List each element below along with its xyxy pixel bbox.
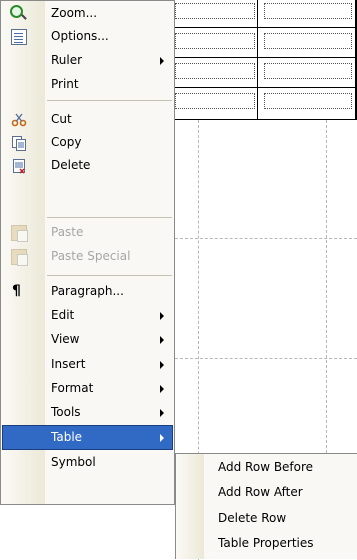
menu-item-options[interactable]: Options...	[3, 25, 172, 48]
menu-item-label: Delete Row	[218, 511, 287, 525]
menu-separator	[47, 100, 172, 101]
menu-separator	[47, 217, 172, 218]
submenu-item-delete-row[interactable]: Delete Row	[178, 505, 354, 531]
table-border-bottom	[175, 119, 357, 120]
layout-guide	[326, 120, 327, 453]
menu-item-label: Ruler	[51, 53, 83, 67]
table-row-line	[175, 27, 357, 28]
table-cell-field[interactable]	[175, 3, 255, 19]
table-border-middle	[257, 0, 258, 120]
menu-item-label: Cut	[51, 112, 72, 126]
zoom-icon	[10, 5, 23, 18]
table-cell-field[interactable]	[175, 63, 255, 79]
menu-item-paste-special[interactable]: Paste Special	[3, 245, 172, 268]
submenu-item-add-row-before[interactable]: Add Row Before	[178, 454, 354, 480]
menu-item-label: Add Row Before	[218, 460, 314, 474]
menu-item-label: Paste	[51, 225, 84, 239]
menu-item-label: Paragraph...	[51, 284, 124, 298]
submenu-arrow-icon	[160, 361, 164, 369]
paragraph-icon: ¶	[12, 283, 21, 299]
menu-item-label: View	[51, 332, 80, 346]
paste-icon	[11, 225, 28, 242]
table-cell-field[interactable]	[264, 33, 352, 49]
table-cell-field[interactable]	[264, 93, 352, 109]
menu-item-paste[interactable]: Paste	[3, 221, 172, 244]
table-row-line	[175, 57, 357, 58]
menu-item-label: Symbol	[51, 455, 96, 469]
menu-item-print[interactable]: Print	[3, 73, 172, 96]
submenu-arrow-icon	[160, 336, 164, 344]
paste-special-icon	[11, 249, 28, 266]
cut-icon	[11, 112, 27, 128]
menu-item-label: Add Row After	[218, 485, 303, 499]
menu-item-label: Table	[51, 430, 83, 444]
submenu-arrow-icon	[160, 312, 164, 320]
submenu-arrow-icon	[160, 409, 164, 417]
menu-item-insert[interactable]: Insert	[3, 353, 172, 376]
menu-item-cut[interactable]: Cut	[3, 108, 172, 131]
context-menu: Zoom... Options... Ruler Print Cut Copy …	[0, 0, 175, 505]
submenu-item-table-properties[interactable]: Table Properties	[178, 530, 354, 556]
table-cell-field[interactable]	[175, 93, 255, 109]
submenu-item-add-row-after[interactable]: Add Row After	[178, 479, 354, 505]
copy-icon	[11, 135, 27, 151]
menu-item-label: Zoom...	[51, 6, 98, 20]
menu-item-symbol[interactable]: Symbol	[3, 451, 172, 474]
table-cell-field[interactable]	[264, 63, 352, 79]
menu-item-label: Edit	[51, 308, 75, 322]
menu-item-table[interactable]: Table	[2, 425, 173, 450]
menu-item-copy[interactable]: Copy	[3, 131, 172, 154]
menu-item-ruler[interactable]: Ruler	[3, 49, 172, 72]
options-icon	[11, 29, 27, 45]
menu-item-view[interactable]: View	[3, 328, 172, 351]
table-submenu: Add Row Before Add Row After Delete Row …	[175, 453, 357, 559]
menu-item-label: Paste Special	[51, 249, 131, 263]
menu-item-zoom[interactable]: Zoom...	[3, 2, 172, 25]
menu-item-tools[interactable]: Tools	[3, 401, 172, 424]
menu-item-label: Insert	[51, 357, 86, 371]
layout-guide	[175, 238, 357, 239]
menu-item-label: Copy	[51, 135, 82, 149]
menu-separator	[47, 275, 172, 276]
table-cell-field[interactable]	[175, 33, 255, 49]
layout-guide	[175, 358, 357, 359]
submenu-arrow-icon	[160, 57, 164, 65]
menu-item-label: Format	[51, 381, 94, 395]
menu-item-format[interactable]: Format	[3, 377, 172, 400]
table-cell-field[interactable]	[264, 3, 352, 19]
delete-icon	[11, 158, 27, 174]
menu-item-label: Options...	[51, 29, 109, 43]
menu-item-paragraph[interactable]: ¶ Paragraph...	[3, 280, 172, 303]
menu-item-label: Table Properties	[218, 536, 314, 550]
menu-item-label: Tools	[51, 405, 81, 419]
menu-item-edit[interactable]: Edit	[3, 304, 172, 327]
submenu-arrow-icon	[160, 385, 164, 393]
table-row-line	[175, 87, 357, 88]
submenu-arrow-icon	[160, 434, 164, 442]
menu-item-label: Print	[51, 77, 79, 91]
menu-item-label: Delete	[51, 158, 91, 172]
menu-item-delete[interactable]: Delete	[3, 154, 172, 177]
